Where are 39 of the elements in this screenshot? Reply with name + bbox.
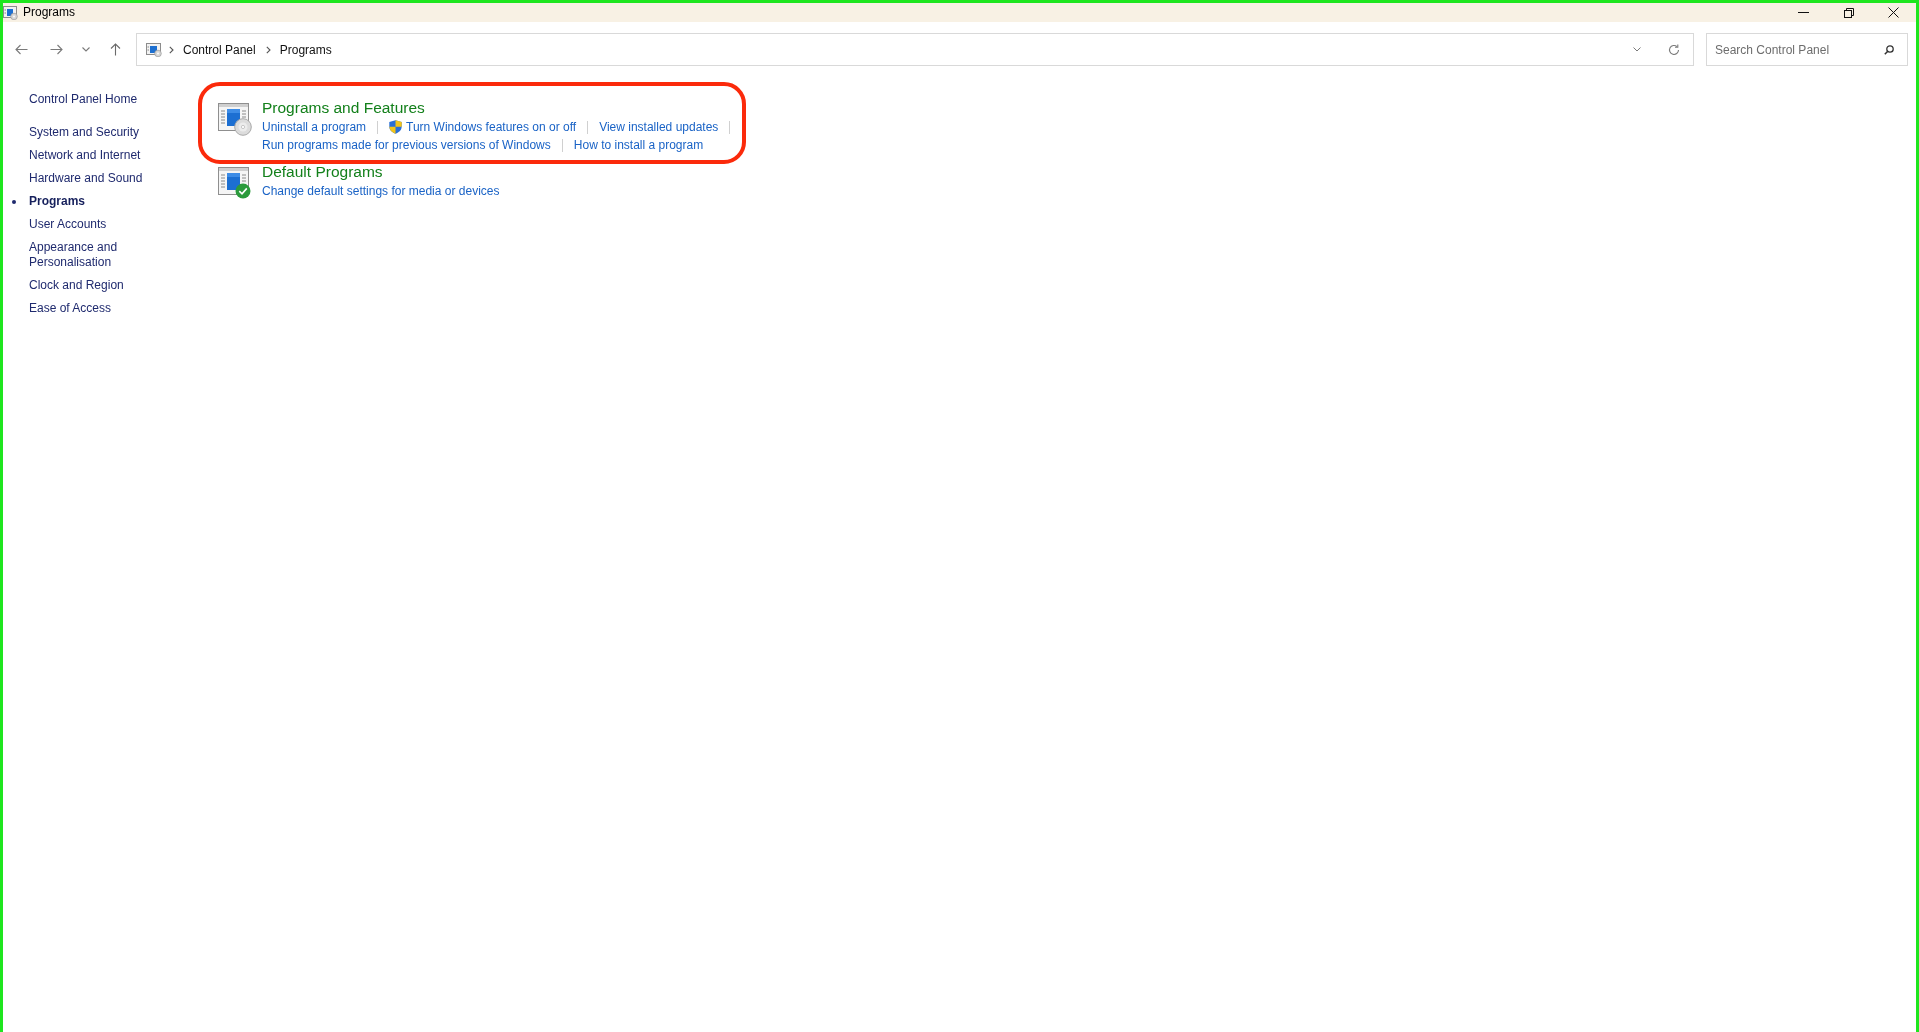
task-link[interactable]: Uninstall a program bbox=[262, 118, 367, 136]
programs-disc-icon[interactable] bbox=[218, 102, 252, 136]
sidebar-item[interactable]: Clock and Region bbox=[29, 278, 124, 293]
sidebar-item[interactable]: User Accounts bbox=[29, 217, 107, 232]
task-link[interactable]: Change default settings for media or devices bbox=[262, 182, 500, 200]
close-icon bbox=[1888, 7, 1899, 18]
bullet-icon bbox=[12, 199, 16, 204]
chevron-right-icon bbox=[265, 45, 271, 54]
window-title: Programs bbox=[23, 5, 75, 20]
chevron-down-icon bbox=[81, 47, 90, 52]
category-title[interactable]: Default Programs bbox=[262, 162, 383, 182]
task-link[interactable]: View installed updates bbox=[599, 118, 719, 136]
sidebar-item[interactable]: Appearance and Personalisation bbox=[29, 240, 169, 270]
category-title[interactable]: Programs and Features bbox=[262, 98, 425, 118]
up-arrow-icon bbox=[109, 43, 121, 56]
address-bar[interactable]: Control Panel Programs bbox=[136, 33, 1694, 66]
breadcrumb-item[interactable]: Control Panel bbox=[183, 42, 256, 57]
chevron-down-icon bbox=[1633, 47, 1641, 52]
control-panel-icon bbox=[3, 5, 18, 20]
breadcrumb-item[interactable]: Programs bbox=[279, 42, 332, 57]
programs-check-icon[interactable] bbox=[218, 166, 252, 200]
minimize-icon bbox=[1798, 12, 1809, 13]
sidebar-item[interactable]: System and Security bbox=[29, 125, 140, 140]
sidebar-item[interactable]: Programs bbox=[29, 194, 86, 209]
task-link[interactable]: Run programs made for previous versions of Windows bbox=[262, 136, 551, 154]
sidebar-item[interactable]: Ease of Access bbox=[29, 301, 112, 316]
back-arrow-icon bbox=[14, 44, 28, 55]
sidebar-item[interactable]: Hardware and Sound bbox=[29, 171, 143, 186]
sidebar-item[interactable]: Network and Internet bbox=[29, 148, 141, 163]
task-link[interactable]: Turn Windows features on or off bbox=[389, 118, 577, 136]
refresh-icon bbox=[1668, 43, 1680, 56]
forward-arrow-icon bbox=[49, 44, 63, 55]
chevron-right-icon bbox=[169, 45, 174, 54]
restore-icon bbox=[1843, 7, 1854, 18]
task-link[interactable]: How to install a program bbox=[573, 136, 704, 154]
control-panel-icon bbox=[146, 42, 162, 57]
sidebar-link[interactable]: Control Panel Home bbox=[29, 92, 138, 107]
search-field[interactable]: Search Control Panel bbox=[1706, 33, 1908, 66]
search-icon bbox=[1884, 45, 1894, 55]
